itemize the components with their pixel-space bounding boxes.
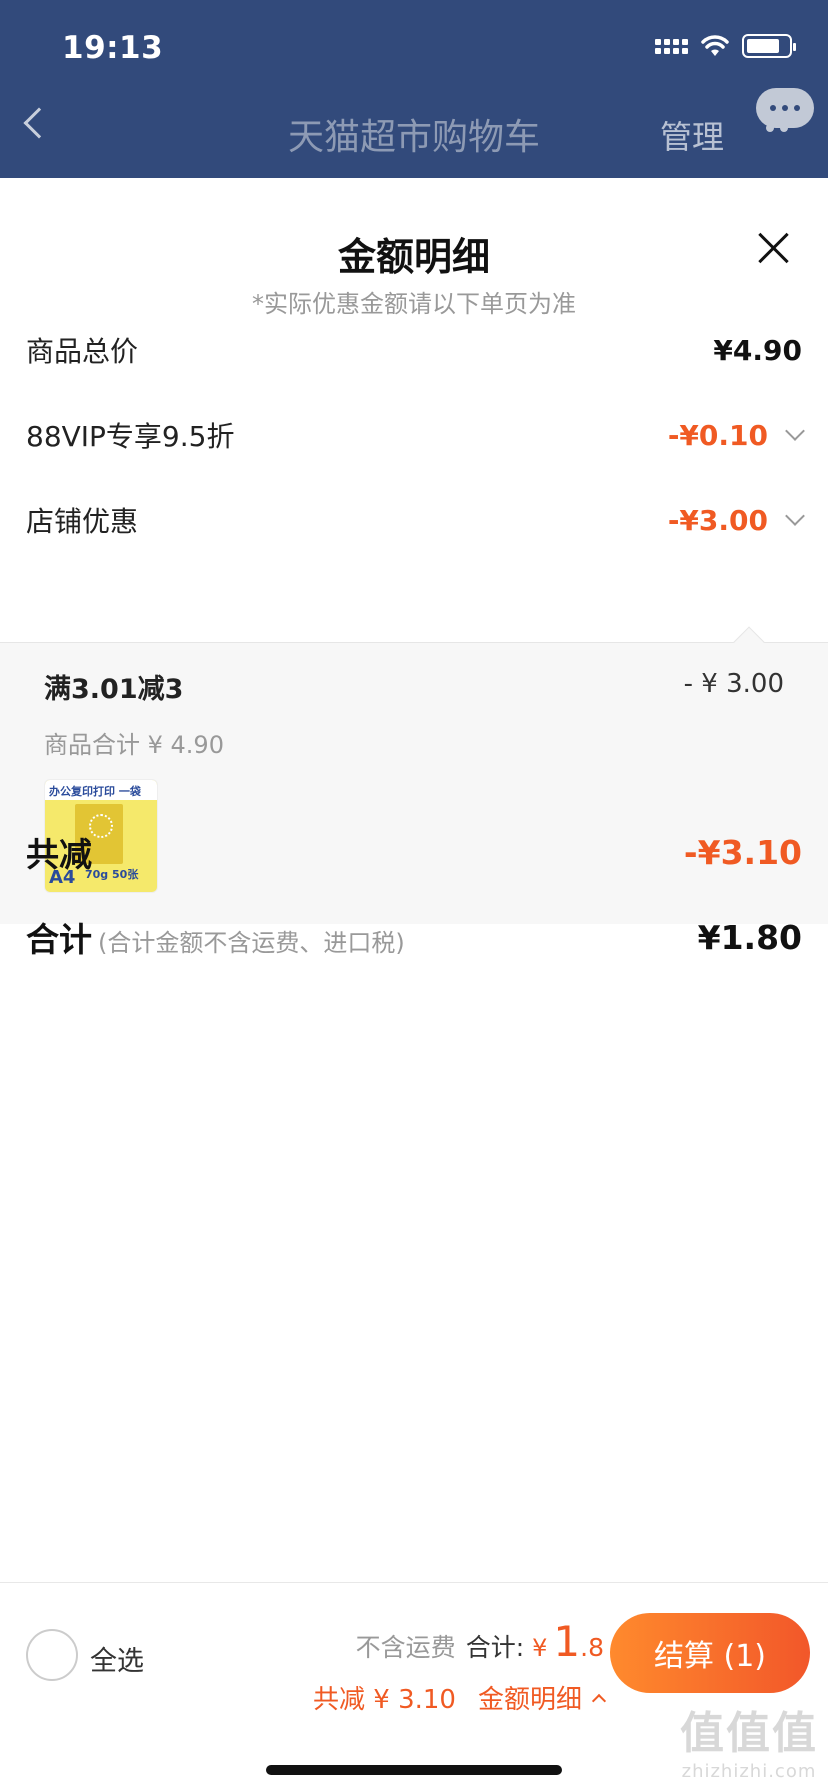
watermark-main: 值值值 <box>680 1708 818 1759</box>
row-grand-total: 合计 (合计金额不含运费、进口税) ¥1.80 <box>26 907 802 967</box>
row-goods-total: 商品总价 ¥4.90 <box>26 320 802 380</box>
chevron-down-icon[interactable] <box>785 421 805 441</box>
select-all-label[interactable]: 全选 <box>90 1639 144 1678</box>
row-value: ¥4.90 <box>713 333 802 367</box>
battery-icon <box>742 34 796 58</box>
chevron-down-icon[interactable] <box>785 506 805 526</box>
row-label: 合计 <box>26 920 92 959</box>
row-label: 店铺优惠 <box>26 505 139 538</box>
watermark-sub: zhizhizhi.com <box>681 1761 817 1782</box>
saved-amount: 共减 ¥ 3.10 <box>313 1685 456 1715</box>
row-value: -¥3.10 <box>683 832 802 872</box>
chat-bubble-icon[interactable] <box>756 88 814 128</box>
cellular-signal-icon <box>655 38 688 54</box>
chevron-up-icon[interactable] <box>591 1693 607 1708</box>
shipping-note: 不含运费 <box>355 1633 456 1662</box>
row-store-discount[interactable]: 店铺优惠 -¥3.00 <box>26 490 805 550</box>
row-value: ¥1.80 <box>697 917 802 957</box>
currency-symbol: ¥ <box>532 1634 548 1662</box>
row-value: -¥3.00 <box>667 503 768 537</box>
manage-button[interactable]: 管理 <box>660 112 724 158</box>
coupon-name: 满3.01减3 <box>44 674 184 705</box>
status-time: 19:13 <box>62 30 164 66</box>
bottom-checkout-bar: 全选 不含运费 合计: ¥ 1 .8 共减 ¥ 3.10 金额明细 结算 (1)… <box>0 1582 828 1792</box>
total-label: 合计: <box>465 1633 525 1662</box>
total-note: (合计金额不含运费、进口税) <box>98 929 405 957</box>
total-summary: 不含运费 合计: ¥ 1 .8 <box>356 1617 604 1666</box>
row-value-wrap: -¥0.10 <box>667 418 805 452</box>
total-integer: 1 <box>553 1617 581 1666</box>
chat-bubble-tail <box>766 124 788 132</box>
savings-summary[interactable]: 共减 ¥ 3.10 金额明细 <box>313 1679 607 1716</box>
select-all-checkbox[interactable] <box>26 1629 78 1681</box>
close-icon[interactable] <box>756 230 792 266</box>
watermark-logo: 值值值 zhizhizhi.com <box>680 1697 818 1782</box>
sheet-subtitle: *实际优惠金额请以下单页为准 <box>252 290 576 318</box>
row-label: 商品总价 <box>26 335 139 368</box>
row-value: -¥0.10 <box>667 418 768 452</box>
thumb-banner: 办公复印打印 一袋 <box>45 780 157 800</box>
row-value-wrap: -¥3.00 <box>667 503 805 537</box>
wifi-icon <box>701 35 729 56</box>
coupon-subtotal: 商品合计 ¥ 4.90 <box>44 731 224 759</box>
row-label-wrap: 合计 (合计金额不含运费、进口税) <box>26 913 405 961</box>
home-indicator[interactable] <box>266 1765 562 1775</box>
nav-backdrop: 19:13 天猫超市购物车 管理 <box>0 0 828 178</box>
sheet-title: 金额明细 <box>337 235 490 279</box>
row-label: 共减 <box>26 835 92 874</box>
amount-detail-link[interactable]: 金额明细 <box>478 1679 582 1716</box>
total-decimal: .8 <box>580 1633 604 1662</box>
amount-detail-sheet: 金额明细 *实际优惠金额请以下单页为准 商品总价 ¥4.90 88VIP专享9.… <box>0 178 828 1792</box>
row-label: 88VIP专享9.5折 <box>26 420 235 453</box>
checkout-button[interactable]: 结算 (1) <box>610 1613 810 1693</box>
row-total-reduction: 共减 -¥3.10 <box>26 822 802 882</box>
detail-notch <box>733 626 765 658</box>
status-icons <box>655 34 796 58</box>
row-vip-discount[interactable]: 88VIP专享9.5折 -¥0.10 <box>26 405 805 465</box>
coupon-amount: - ¥ 3.00 <box>683 669 784 699</box>
